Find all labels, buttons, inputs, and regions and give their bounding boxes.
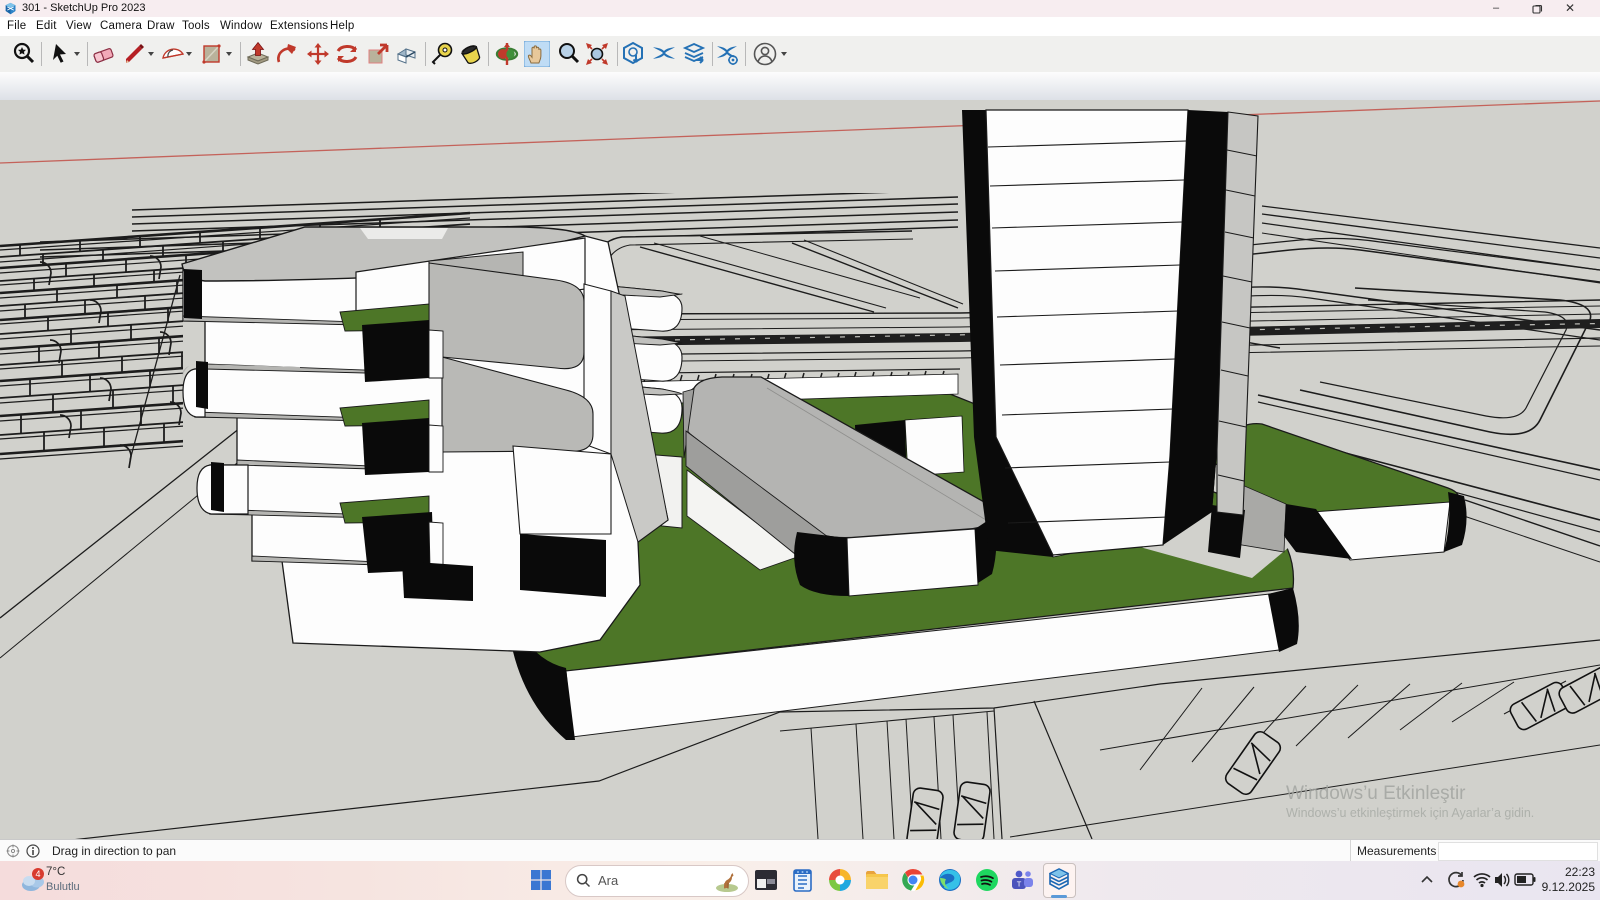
svg-text:T: T	[1017, 880, 1022, 889]
svg-text:Windows’u Etkinleştir: Windows’u Etkinleştir	[1286, 783, 1466, 804]
svg-text:4: 4	[35, 869, 40, 879]
svg-text:Windows’u etkinleştirmek için: Windows’u etkinleştirmek için Ayarlar’a …	[1286, 806, 1534, 820]
